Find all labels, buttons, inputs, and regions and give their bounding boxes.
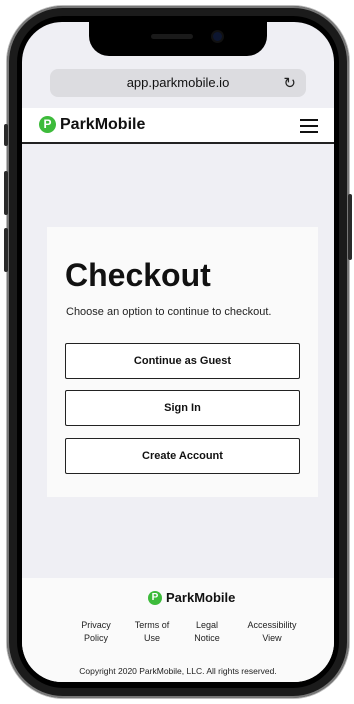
link-line: Legal — [195, 620, 219, 630]
legal-notice-link[interactable]: Legal Notice — [189, 619, 225, 645]
phone-notch — [89, 22, 267, 56]
hamburger-icon[interactable] — [300, 119, 318, 137]
link-line: Notice — [194, 633, 220, 643]
phone-frame: app.parkmobile.io ↻ P ParkMobile Checkou… — [4, 6, 352, 698]
footer-logo-letter: P — [151, 592, 159, 603]
footer-brand: ParkMobile — [166, 590, 236, 605]
url-text: app.parkmobile.io — [126, 75, 230, 90]
brand-name[interactable]: ParkMobile — [60, 116, 145, 134]
terms-of-use-link[interactable]: Terms of Use — [129, 619, 175, 645]
link-line: Use — [143, 633, 160, 643]
link-line: Terms of — [134, 620, 170, 630]
power-button — [348, 194, 352, 260]
link-line: View — [262, 633, 282, 643]
volume-up-button — [4, 171, 8, 215]
copyright-text: Copyright 2020 ParkMobile, LLC. All righ… — [79, 666, 277, 676]
checkout-card: Checkout Choose an option to continue to… — [47, 227, 318, 497]
checkout-subtitle: Choose an option to continue to checkout… — [66, 306, 272, 318]
speaker-grille — [151, 34, 193, 39]
mute-switch — [4, 124, 8, 146]
link-line: Privacy — [81, 620, 111, 630]
sign-in-button[interactable]: Sign In — [65, 390, 300, 426]
logo-letter: P — [43, 117, 52, 131]
continue-as-guest-button[interactable]: Continue as Guest — [65, 343, 300, 379]
footer: P ParkMobile Privacy Policy Terms of Use… — [22, 578, 334, 682]
link-line: Policy — [83, 633, 108, 643]
footer-logo-icon: P — [148, 591, 162, 605]
link-line: Accessibility — [247, 620, 297, 630]
app-header: P ParkMobile — [22, 108, 334, 144]
front-camera — [213, 32, 222, 41]
create-account-button[interactable]: Create Account — [65, 438, 300, 474]
privacy-policy-link[interactable]: Privacy Policy — [74, 619, 118, 645]
address-bar[interactable]: app.parkmobile.io ↻ — [50, 69, 306, 97]
parkmobile-logo-icon[interactable]: P — [39, 116, 56, 133]
page-title: Checkout — [65, 257, 211, 293]
volume-down-button — [4, 228, 8, 272]
reload-icon[interactable]: ↻ — [283, 74, 296, 92]
accessibility-view-link[interactable]: Accessibility View — [241, 619, 303, 645]
phone-screen: app.parkmobile.io ↻ P ParkMobile Checkou… — [22, 22, 334, 682]
